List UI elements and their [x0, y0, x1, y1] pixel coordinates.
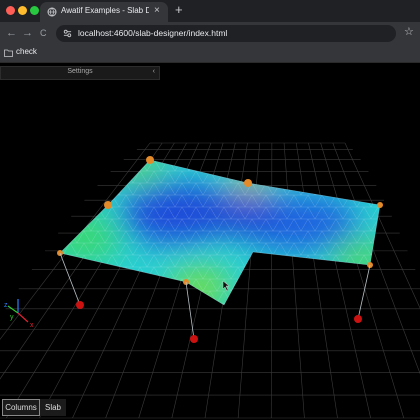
new-tab-button[interactable]: + — [175, 3, 183, 17]
y-axis-label: y — [10, 314, 14, 321]
x-axis-label: x — [30, 322, 34, 329]
slab-mesh[interactable] — [40, 143, 400, 323]
close-window-button[interactable] — [6, 6, 15, 15]
grid-line — [283, 142, 305, 419]
grid-line — [332, 142, 420, 375]
column-line — [185, 281, 195, 340]
browser-toolbar: ← → C localhost:4600/slab-designer/index… — [0, 22, 420, 44]
back-button[interactable]: ← — [6, 26, 17, 40]
column-base[interactable] — [190, 335, 198, 343]
grid-line — [295, 142, 338, 419]
site-info-icon[interactable] — [63, 29, 72, 38]
url-path: :4600/slab-designer/index.html — [111, 28, 228, 38]
settings-panel[interactable]: Settings ‹ — [0, 66, 160, 80]
axes-gizmo: z y x — [4, 299, 34, 329]
column-base[interactable] — [354, 315, 362, 323]
columns-button[interactable]: Columns — [2, 399, 40, 416]
grid-line — [308, 142, 371, 419]
url-text: localhost:4600/slab-designer/index.html — [78, 28, 227, 38]
column-line — [59, 252, 81, 306]
settings-title: Settings — [67, 68, 93, 75]
globe-icon — [47, 7, 57, 17]
3d-viewport[interactable]: z y x Settings ‹ Columns Slab — [0, 63, 420, 420]
bookmark-star-icon[interactable]: ☆ — [404, 25, 414, 38]
grid-line — [344, 142, 420, 309]
tab-close-icon[interactable]: × — [154, 5, 160, 16]
tab-title: Awatif Examples - Slab Designer — [61, 6, 149, 15]
address-bar[interactable]: localhost:4600/slab-designer/index.html — [56, 25, 396, 42]
url-host: localhost — [78, 28, 112, 38]
tab-bar: Awatif Examples - Slab Designer × + — [0, 0, 420, 22]
column-base[interactable] — [76, 301, 84, 309]
bookmark-label: check — [16, 47, 37, 56]
browser-tab[interactable]: Awatif Examples - Slab Designer × — [40, 2, 168, 22]
minimize-window-button[interactable] — [18, 6, 27, 15]
bookmarks-bar: check — [0, 44, 420, 63]
reload-button[interactable]: C — [40, 26, 47, 40]
maximize-window-button[interactable] — [30, 6, 39, 15]
chevron-left-icon[interactable]: ‹ — [153, 68, 155, 75]
z-axis-label: z — [4, 302, 8, 309]
slab-button[interactable]: Slab — [40, 399, 66, 416]
grid-line — [270, 142, 273, 419]
grid-line — [320, 142, 405, 419]
forward-button[interactable]: → — [22, 26, 33, 40]
folder-icon — [4, 49, 13, 57]
slab-scene[interactable]: z y x — [0, 63, 420, 420]
